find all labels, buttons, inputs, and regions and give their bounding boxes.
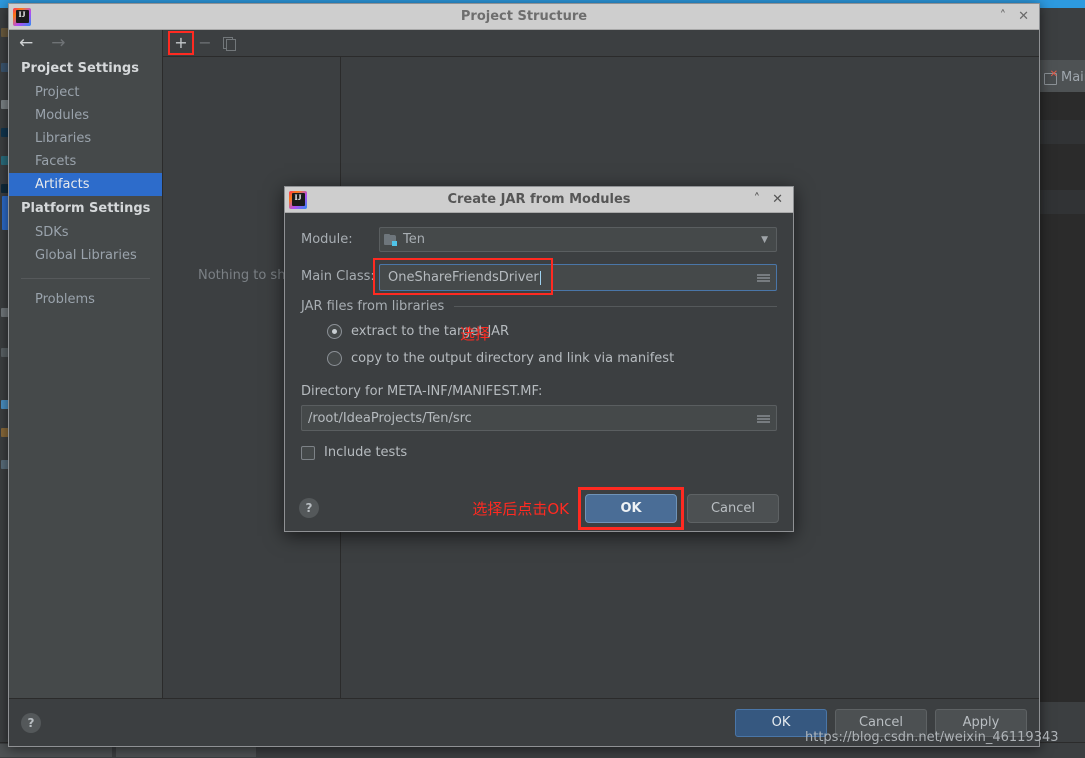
sidebar-divider	[21, 278, 150, 279]
sidebar-navigation-bar: ← →	[9, 30, 162, 56]
close-icon[interactable]: ✕	[1018, 10, 1029, 23]
sidebar-item-sdks[interactable]: SDKs	[9, 221, 162, 244]
minus-icon: −	[198, 33, 212, 52]
manifest-directory-input[interactable]: /root/IdeaProjects/Ten/src	[301, 405, 777, 431]
file-error-icon: ✕	[1044, 69, 1058, 85]
sidebar-item-global-libraries[interactable]: Global Libraries	[9, 244, 162, 267]
module-label: Module:	[301, 232, 353, 247]
artifacts-toolbar: + −	[163, 30, 1039, 57]
main-class-label: Main Class:	[301, 269, 375, 284]
jar-cancel-button[interactable]: Cancel	[687, 493, 779, 523]
question-mark-icon[interactable]: ?	[299, 498, 319, 518]
arrow-left-icon[interactable]: ←	[19, 34, 33, 52]
jar-dialog-footer: ? 选择后点击OK OK Cancel	[285, 485, 793, 531]
bg-editor-tab-label: Main	[1061, 70, 1085, 85]
include-tests-label: Include tests	[324, 445, 408, 460]
bg-editor-row	[1040, 120, 1085, 144]
jar-group-divider	[454, 306, 777, 307]
radio-icon-selected	[327, 324, 342, 339]
module-combobox[interactable]: Ten ▼	[379, 227, 777, 252]
text-caret	[539, 270, 541, 285]
add-artifact-button[interactable]: +	[168, 31, 194, 55]
folder-browse-icon[interactable]	[757, 272, 776, 283]
module-folder-icon	[384, 233, 397, 246]
remove-artifact-button[interactable]: −	[193, 32, 217, 54]
jar-group-annotation: 选择	[460, 325, 491, 343]
collapse-icon[interactable]: ˄	[754, 193, 761, 206]
sidebar-item-libraries[interactable]: Libraries	[9, 127, 162, 150]
ok-annotation: 选择后点击OK	[472, 499, 569, 518]
jar-group-title: JAR files from libraries	[301, 299, 445, 314]
question-mark-icon[interactable]: ?	[21, 712, 41, 733]
project-structure-titlebar: IJ Project Structure ˄ ✕	[9, 4, 1039, 30]
manifest-directory-value: /root/IdeaProjects/Ten/src	[308, 410, 472, 426]
watermark-text: https://blog.csdn.net/weixin_46119343	[805, 730, 1059, 745]
jar-group-header: JAR files from libraries 选择	[301, 299, 777, 343]
project-structure-title: Project Structure	[460, 9, 588, 24]
jar-dialog-content: Module: Ten ▼ Main Class: OneShareFriend…	[285, 213, 793, 531]
bg-editor-canvas	[1040, 92, 1085, 702]
project-structure-sidebar: ← → Project Settings Project Modules Lib…	[9, 30, 163, 698]
jar-dialog-title: Create JAR from Modules	[447, 192, 631, 207]
collapse-icon[interactable]: ˄	[1000, 10, 1007, 23]
folder-browse-icon[interactable]	[757, 413, 770, 424]
radio-extract-to-target-jar[interactable]: extract to the target JAR	[301, 318, 777, 345]
intellij-idea-logo-icon: IJ	[13, 7, 31, 26]
bg-editor-tab-main[interactable]: ✕ Main	[1044, 69, 1085, 85]
radio-copy-to-output-directory[interactable]: copy to the output directory and link vi…	[301, 345, 777, 372]
checkbox-icon	[301, 445, 315, 460]
copy-artifact-button[interactable]	[217, 32, 241, 54]
main-class-row: Main Class: OneShareFriendsDriver	[301, 258, 777, 295]
copy-icon	[222, 36, 236, 51]
main-class-value: OneShareFriendsDriver	[388, 270, 539, 285]
module-row: Module: Ten ▼	[301, 227, 777, 252]
project-structure-window: IJ Project Structure ˄ ✕ ← → Project Set…	[8, 3, 1040, 747]
create-jar-from-modules-dialog: IJ Create JAR from Modules ˄ ✕ Module: T…	[284, 186, 794, 532]
sidebar-item-artifacts[interactable]: Artifacts	[9, 173, 162, 196]
main-class-input[interactable]: OneShareFriendsDriver	[379, 264, 777, 291]
manifest-directory-label: Directory for META-INF/MANIFEST.MF:	[301, 384, 543, 399]
jar-ok-button[interactable]: OK	[585, 493, 677, 523]
sidebar-item-project[interactable]: Project	[9, 81, 162, 104]
module-value: Ten	[403, 232, 425, 247]
plus-icon: +	[174, 33, 188, 52]
include-tests-row[interactable]: Include tests	[301, 445, 777, 460]
chevron-down-icon: ▼	[761, 234, 768, 245]
sidebar-item-facets[interactable]: Facets	[9, 150, 162, 173]
close-icon[interactable]: ✕	[772, 193, 783, 206]
sidebar-item-problems[interactable]: Problems	[9, 288, 162, 311]
sidebar-group-project-settings: Project Settings	[21, 61, 139, 76]
arrow-right-icon[interactable]: →	[51, 34, 65, 52]
sidebar-item-modules[interactable]: Modules	[9, 104, 162, 127]
radio-copy-label: copy to the output directory and link vi…	[351, 351, 675, 366]
radio-icon-unselected	[327, 351, 342, 366]
bg-editor-row	[1040, 190, 1085, 214]
sidebar-group-platform-settings: Platform Settings	[21, 201, 151, 216]
jar-dialog-titlebar: IJ Create JAR from Modules ˄ ✕	[285, 187, 793, 213]
